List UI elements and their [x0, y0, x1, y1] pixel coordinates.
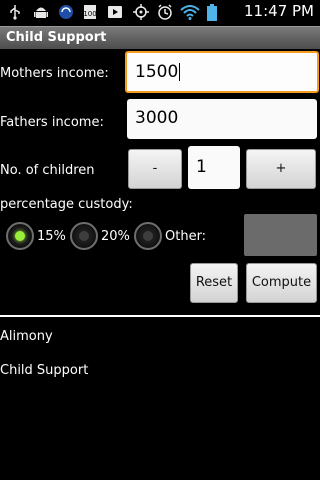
radio-dot [143, 231, 153, 241]
radio-dot [79, 231, 89, 241]
alimony-label: Alimony [0, 329, 53, 344]
usb-icon [8, 4, 22, 20]
decrement-children-button[interactable]: - [128, 149, 182, 189]
divider [0, 315, 320, 317]
custody-15-radio[interactable] [6, 222, 34, 250]
custody-other-label: Other: [165, 229, 207, 244]
fathers-income-input[interactable]: 3000 [127, 99, 317, 139]
mothers-income-label: Mothers income: [0, 66, 109, 81]
custody-20-radio[interactable] [70, 222, 98, 250]
alarm-icon [157, 4, 173, 20]
gps-icon [133, 4, 149, 20]
title-bar: Child Support [0, 26, 320, 49]
child-support-result-label: Child Support [0, 363, 89, 378]
compute-button[interactable]: Compute [246, 263, 317, 303]
battery-100-icon: 100 [83, 4, 97, 20]
status-time: 11:47 PM [244, 2, 314, 20]
fathers-income-value: 3000 [135, 108, 179, 128]
wifi-icon [180, 4, 200, 20]
custody-15-label: 15% [37, 229, 66, 244]
app-title: Child Support [6, 30, 107, 45]
sync-icon [58, 4, 74, 20]
media-play-icon [107, 4, 123, 20]
custody-other-radio[interactable] [134, 222, 162, 250]
radio-dot [15, 231, 25, 241]
custody-other-input[interactable] [244, 214, 317, 256]
reset-button[interactable]: Reset [190, 263, 238, 303]
custody-label: percentage custody: [0, 197, 133, 212]
children-label: No. of children [0, 163, 95, 178]
status-bar: 100 11:47 PM [0, 0, 320, 25]
text-cursor [179, 63, 181, 81]
custody-20-label: 20% [101, 229, 130, 244]
increment-children-button[interactable]: + [246, 149, 316, 189]
children-count-input[interactable]: 1 [188, 146, 240, 189]
android-debug-icon [33, 4, 49, 20]
fathers-income-label: Fathers income: [0, 115, 104, 130]
children-count-value: 1 [196, 157, 207, 177]
mothers-income-input[interactable]: 1500 [125, 51, 319, 93]
mothers-income-value: 1500 [135, 62, 179, 82]
battery-icon [206, 4, 218, 21]
svg-text:100: 100 [83, 10, 96, 18]
